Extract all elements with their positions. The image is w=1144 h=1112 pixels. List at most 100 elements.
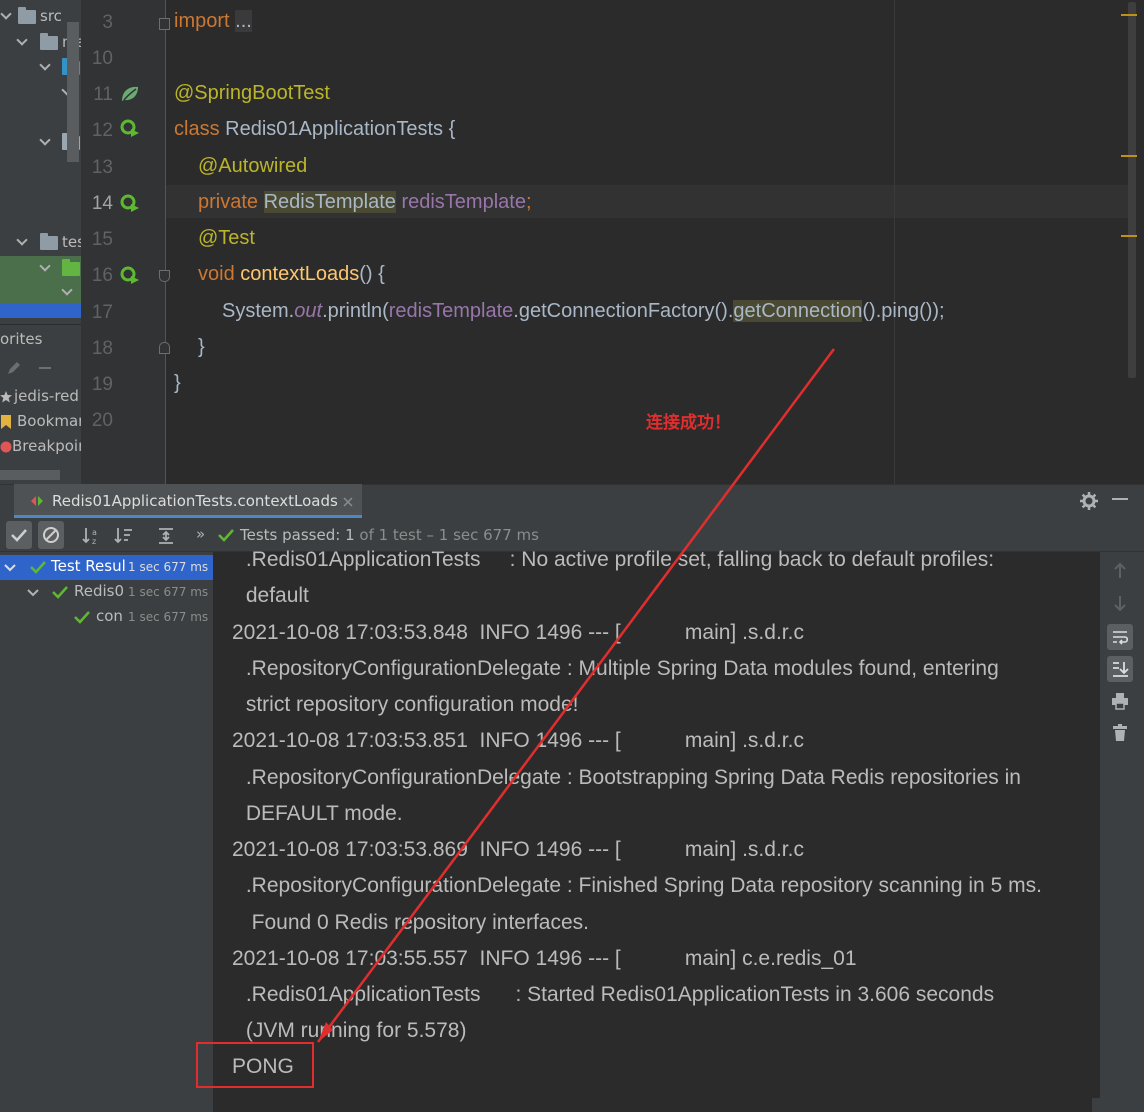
right-margin-guide — [894, 0, 895, 484]
line-number: 11 — [93, 84, 113, 105]
annotation: @SpringBootTest — [174, 82, 330, 104]
fold-marker-icon[interactable] — [159, 270, 170, 282]
run-test-icon[interactable] — [120, 265, 140, 285]
line-number: 13 — [91, 157, 113, 178]
test-tree-class[interactable]: Redis0 1 sec 677 ms — [0, 580, 213, 605]
status-summary: of 1 test – 1 sec 677 ms — [359, 526, 539, 544]
sidebar-scrollbar[interactable] — [67, 22, 79, 162]
test-results-tree — [0, 552, 213, 1112]
keyword: void — [198, 263, 235, 285]
test-tree-label: con — [96, 607, 123, 625]
console-scrollbar[interactable] — [1092, 1098, 1100, 1112]
chevron-down-icon[interactable] — [40, 136, 50, 146]
minimize-icon[interactable] — [1112, 498, 1128, 502]
sidebar-horizontal-scrollbar[interactable] — [0, 470, 60, 480]
code-text: .println( — [322, 300, 389, 322]
test-tree-label: Redis0 — [74, 582, 125, 600]
fold-plus-icon[interactable] — [159, 18, 170, 30]
chevron-down-icon[interactable] — [27, 584, 39, 602]
soft-wrap-button[interactable] — [1107, 624, 1133, 650]
console-line: .Redis01ApplicationTests : No active pro… — [240, 548, 995, 571]
ignored-icon — [43, 527, 59, 543]
tree-item-test-package[interactable] — [0, 282, 81, 306]
chevron-down-icon[interactable] — [40, 61, 50, 71]
code-line-15: @Test — [198, 227, 255, 250]
console-line: default — [240, 584, 309, 607]
code-text: } — [174, 372, 181, 394]
highlighted-method: getConnection — [733, 300, 863, 322]
success-annotation: 连接成功！ — [646, 413, 731, 433]
code-text: ().ping()); — [862, 300, 945, 322]
chevron-down-icon[interactable] — [1, 10, 11, 20]
scroll-up-icon[interactable] — [1112, 562, 1128, 580]
more-actions-icon[interactable]: » — [196, 525, 205, 543]
chevron-down-icon[interactable] — [40, 262, 50, 272]
editor-scrollbar-thumb[interactable] — [1128, 2, 1136, 378]
run-test-icon[interactable] — [120, 193, 140, 213]
code-text: } — [198, 336, 205, 358]
chevron-down-icon[interactable] — [62, 286, 72, 296]
scroll-to-end-icon — [1113, 662, 1129, 677]
scroll-down-icon[interactable] — [1112, 594, 1128, 612]
close-tab-icon[interactable] — [342, 496, 354, 508]
folder-icon — [18, 7, 36, 24]
svg-text:a: a — [92, 528, 97, 537]
fold-marker-icon[interactable] — [159, 342, 170, 354]
test-tree-root[interactable]: Test Resul 1 sec 677 ms — [0, 555, 213, 580]
warning-stripe-marker[interactable] — [1121, 155, 1137, 157]
gear-icon[interactable] — [1080, 492, 1098, 510]
warning-stripe-marker[interactable] — [1121, 14, 1137, 16]
line-number: 20 — [91, 410, 113, 431]
run-config-icon — [31, 496, 43, 506]
test-status: Tests passed: 1 of 1 test – 1 sec 677 ms — [240, 526, 539, 544]
console-line: DEFAULT mode. — [240, 802, 403, 825]
console-line: .RepositoryConfigurationDelegate : Finis… — [240, 874, 1042, 897]
spring-bean-icon[interactable] — [120, 84, 140, 104]
tree-item-test[interactable]: tes — [0, 232, 85, 256]
soft-wrap-icon — [1113, 631, 1129, 645]
code-text: () { — [359, 263, 385, 285]
minus-icon[interactable] — [38, 360, 52, 376]
test-duration: 1 sec 677 ms — [128, 585, 209, 599]
show-passed-button[interactable] — [6, 521, 32, 549]
print-icon[interactable] — [1111, 692, 1129, 710]
code-line-13: @Autowired — [198, 155, 307, 178]
run-test-icon[interactable] — [120, 118, 140, 138]
favorites-item-project[interactable]: jedis-red — [0, 386, 81, 410]
edit-icon[interactable] — [6, 360, 22, 376]
code-line-17: System.out.println(redisTemplate.getConn… — [222, 300, 945, 323]
chevron-down-icon[interactable] — [4, 559, 16, 572]
status-count: 1 — [345, 526, 355, 544]
console-line: Found 0 Redis repository interfaces. — [240, 911, 590, 934]
code-line-14: private RedisTemplate redisTemplate; — [198, 191, 532, 214]
line-number: 19 — [91, 374, 113, 395]
method-name: contextLoads — [240, 263, 360, 285]
scroll-to-end-button[interactable] — [1107, 656, 1133, 682]
static-field: out — [294, 300, 323, 322]
favorites-toolbar — [0, 354, 81, 382]
favorites-item-bookmarks[interactable]: Bookmar — [0, 411, 81, 435]
expand-all-icon[interactable] — [156, 526, 176, 546]
code-line-12: class Redis01ApplicationTests { — [174, 118, 455, 141]
code-line-16: void contextLoads() { — [198, 263, 385, 286]
annotation: @Autowired — [198, 155, 308, 177]
test-duration: 1 sec 677 ms — [128, 610, 209, 624]
line-number: 10 — [91, 48, 113, 69]
sort-alphabetically-icon[interactable]: az — [82, 526, 102, 546]
favorites-item-breakpoints[interactable]: Breakpoir — [0, 436, 81, 460]
code-line-3: import ... — [174, 10, 252, 33]
test-tree-method[interactable]: con 1 sec 677 ms — [0, 605, 213, 630]
tree-item-test-java[interactable] — [0, 258, 81, 282]
keyword: class — [174, 118, 220, 140]
chevron-down-icon[interactable] — [17, 36, 27, 46]
trash-icon[interactable] — [1112, 724, 1128, 742]
console-line: 2021-10-08 17:03:53.851 INFO 1496 --- [ … — [232, 729, 804, 752]
warning-stripe-marker[interactable] — [1121, 235, 1137, 237]
code-line-19: } — [174, 372, 181, 395]
show-ignored-button[interactable] — [38, 521, 64, 549]
semicolon: ; — [525, 191, 532, 213]
code-text: System. — [222, 300, 295, 322]
sort-by-duration-icon[interactable] — [114, 526, 134, 546]
chevron-down-icon[interactable] — [17, 236, 27, 246]
folded-imports[interactable]: ... — [235, 10, 252, 32]
